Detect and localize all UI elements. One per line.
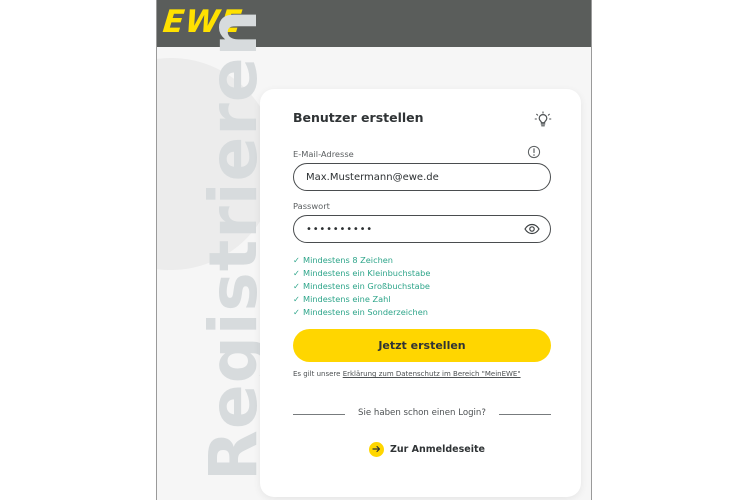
password-rule: ✓ Mindestens ein Großbuchstabe (293, 280, 430, 293)
password-rule: ✓ Mindestens ein Sonderzeichen (293, 306, 430, 319)
email-input[interactable] (293, 163, 551, 191)
checkmark-icon: ✓ (293, 268, 300, 278)
checkmark-icon: ✓ (293, 307, 300, 317)
login-link-label: Zur Anmeldeseite (390, 443, 485, 455)
vertical-register-text: Registrieren (195, 8, 272, 481)
separator-left-line (293, 414, 345, 415)
eye-icon[interactable] (524, 223, 540, 235)
email-label: E-Mail-Adresse (293, 149, 354, 159)
create-account-button[interactable]: Jetzt erstellen (293, 329, 551, 362)
arrow-button-circle (369, 441, 384, 457)
separator-right-line (499, 414, 551, 415)
lightbulb-icon[interactable] (534, 111, 552, 129)
password-label: Passwort (293, 201, 330, 211)
form-title: Benutzer erstellen (293, 110, 424, 125)
password-rule: ✓ Mindestens eine Zahl (293, 293, 430, 306)
registration-screen: EWE Registrieren Benutzer erstellen E-Ma… (156, 0, 592, 500)
password-rules-list: ✓ Mindestens 8 Zeichen ✓ Mindestens ein Kl… (293, 254, 430, 319)
privacy-policy-link[interactable]: Erklärung zum Datenschutz im Bereich "Me… (343, 370, 521, 378)
registration-card: Benutzer erstellen E-Mail-Adresse Passwo… (260, 89, 581, 497)
privacy-note: Es gilt unsere Erklärung zum Datenschutz… (293, 370, 553, 378)
info-icon[interactable] (527, 145, 541, 159)
password-input[interactable] (293, 215, 551, 243)
arrow-right-icon (372, 445, 381, 453)
password-rule-text: Mindestens eine Zahl (303, 294, 391, 304)
password-rule-text: Mindestens 8 Zeichen (303, 255, 393, 265)
checkmark-icon: ✓ (293, 255, 300, 265)
login-separator-text: Sie haben schon einen Login? (358, 408, 486, 418)
login-page-link[interactable]: Zur Anmeldeseite (369, 440, 485, 458)
password-rule: ✓ Mindestens 8 Zeichen (293, 254, 430, 267)
privacy-prefix: Es gilt unsere (293, 370, 341, 378)
password-rule-text: Mindestens ein Kleinbuchstabe (303, 268, 431, 278)
password-rule-text: Mindestens ein Sonderzeichen (303, 307, 428, 317)
checkmark-icon: ✓ (293, 294, 300, 304)
password-rule-text: Mindestens ein Großbuchstabe (303, 281, 430, 291)
checkmark-icon: ✓ (293, 281, 300, 291)
password-rule: ✓ Mindestens ein Kleinbuchstabe (293, 267, 430, 280)
